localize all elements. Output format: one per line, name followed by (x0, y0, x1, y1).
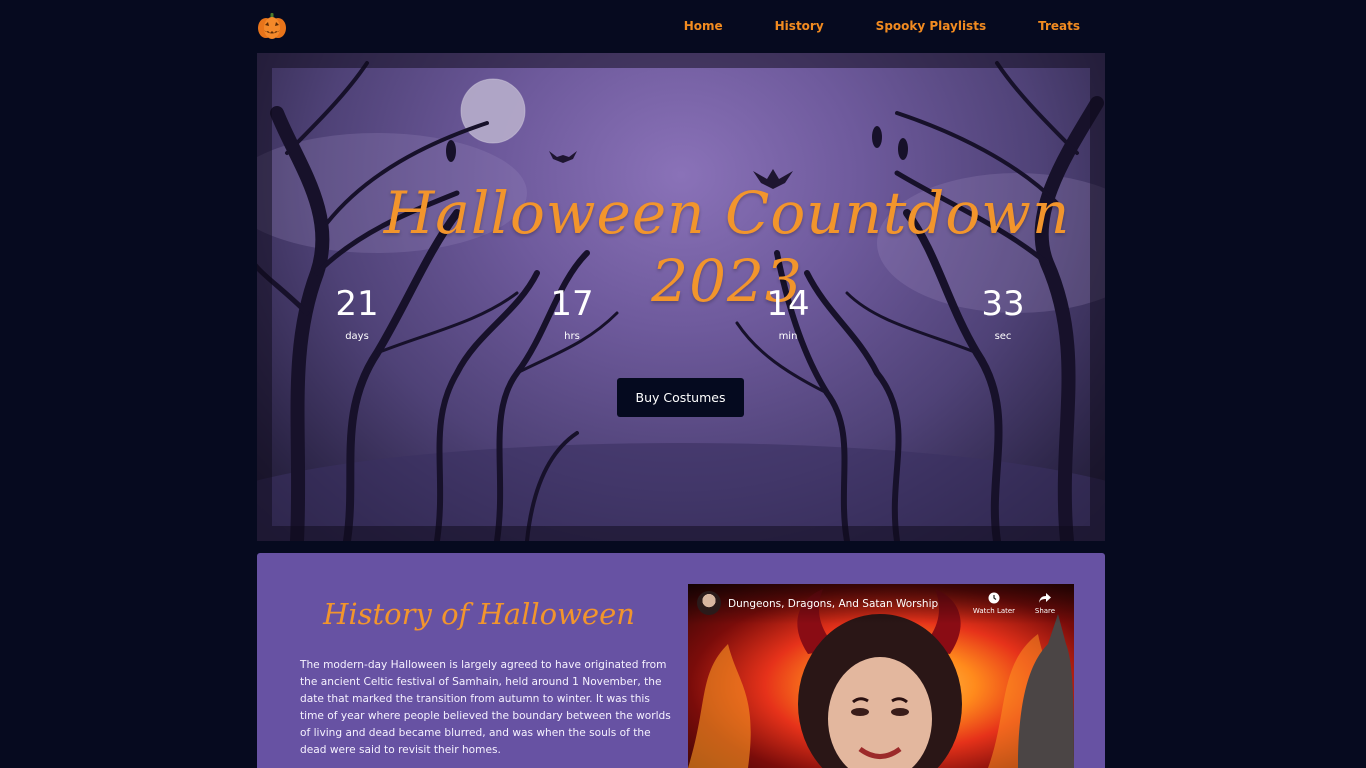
countdown-hours-value: 17 (550, 284, 594, 324)
countdown-days-label: days (345, 331, 369, 342)
countdown-hours: 17 hrs (532, 281, 612, 342)
nav-link-spooky-playlists[interactable]: Spooky Playlists (876, 19, 986, 33)
share-icon (1039, 593, 1051, 603)
history-section: History of Halloween The modern-day Hall… (257, 553, 1105, 768)
countdown-days-value: 21 (335, 284, 379, 324)
history-paragraph: The modern-day Halloween is largely agre… (300, 659, 671, 756)
countdown-minutes-value: 14 (766, 284, 810, 324)
top-nav: Home History Spooky Playlists Treats (257, 0, 1105, 52)
hero-banner: Halloween Countdown 2023 21 days 17 hrs … (257, 53, 1105, 541)
countdown-days: 21 days (317, 281, 397, 342)
clock-icon (988, 592, 1000, 604)
countdown-minutes-label: min (778, 331, 798, 342)
nav-link-history[interactable]: History (775, 19, 824, 33)
buy-costumes-button[interactable]: Buy Costumes (617, 378, 744, 417)
share-label: Share (1034, 607, 1056, 615)
watch-later-label: Watch Later (972, 607, 1016, 615)
countdown-minutes: 14 min (748, 281, 828, 342)
history-title: History of Halloween (323, 597, 635, 631)
watch-later-button[interactable]: Watch Later (970, 592, 1018, 615)
share-button[interactable]: Share (1021, 592, 1069, 615)
video-title[interactable]: Dungeons, Dragons, And Satan Worship (728, 598, 938, 610)
nav-link-treats[interactable]: Treats (1038, 19, 1080, 33)
countdown-seconds-value: 33 (981, 284, 1025, 324)
countdown-seconds: 33 sec (963, 281, 1043, 342)
countdown-seconds-label: sec (994, 331, 1012, 342)
nav-link-home[interactable]: Home (684, 19, 723, 33)
pumpkin-icon[interactable] (257, 12, 287, 40)
channel-avatar[interactable] (697, 591, 721, 615)
video-embed[interactable]: Dungeons, Dragons, And Satan Worship Wat… (688, 584, 1074, 768)
countdown-hours-label: hrs (564, 331, 580, 342)
nav-links: Home History Spooky Playlists Treats (632, 0, 1080, 52)
